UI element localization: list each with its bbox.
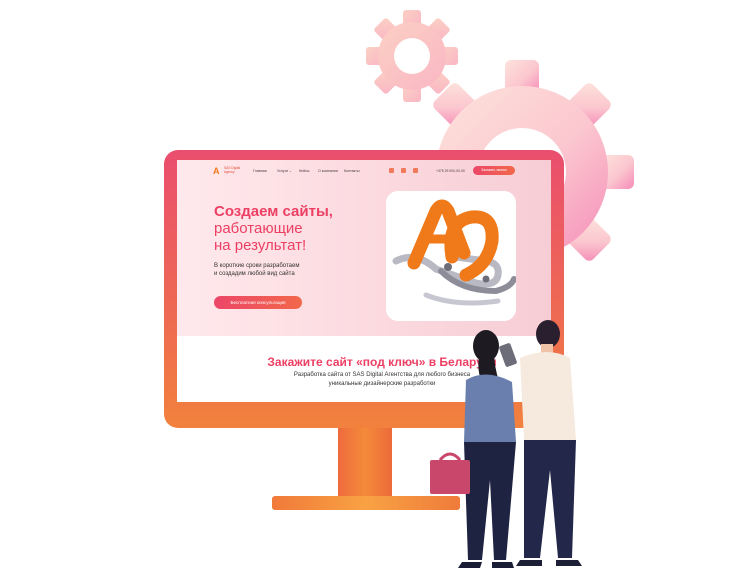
- nav-item-cases[interactable]: Кейсы: [299, 169, 309, 173]
- hero-subtitle-line2: и создадим любой вид сайта: [214, 271, 295, 277]
- hero-image-card: [386, 191, 517, 321]
- hero-title: Создаем сайты, работающие на результат!: [214, 203, 404, 254]
- nav-item-contacts[interactable]: Контакты: [344, 169, 360, 173]
- hero-subtitle-line1: В короткие сроки разработаем: [214, 263, 300, 269]
- gear-icon: [366, 10, 458, 102]
- monitor-stand: [338, 428, 392, 498]
- hero-title-line1: Создаем сайты,: [214, 203, 333, 220]
- hero-title-line3: на результат!: [214, 237, 307, 254]
- logo-text[interactable]: SAS Digital Agency: [224, 166, 248, 174]
- phone-number[interactable]: +375 29 000-00-00: [436, 169, 465, 173]
- woman-figure: [430, 330, 516, 568]
- nav-item-about[interactable]: О компании: [318, 169, 338, 173]
- robot-hand-illustration: [392, 199, 517, 306]
- social-icon[interactable]: [389, 168, 394, 173]
- free-consultation-button[interactable]: Бесплатная консультация: [214, 296, 302, 309]
- social-icon[interactable]: [413, 168, 418, 173]
- hero-title-line2: работающие: [214, 220, 303, 237]
- social-icon[interactable]: [401, 168, 406, 173]
- nav-item-home[interactable]: Главная: [253, 169, 267, 173]
- people-illustration: [430, 320, 582, 568]
- nav-item-services[interactable]: Услуги ⌄: [277, 169, 292, 173]
- call-request-button[interactable]: Заказать звонок: [473, 166, 515, 175]
- logo-icon[interactable]: A: [213, 166, 220, 176]
- hero-subtitle: В короткие сроки разработаем и создадим …: [214, 262, 344, 278]
